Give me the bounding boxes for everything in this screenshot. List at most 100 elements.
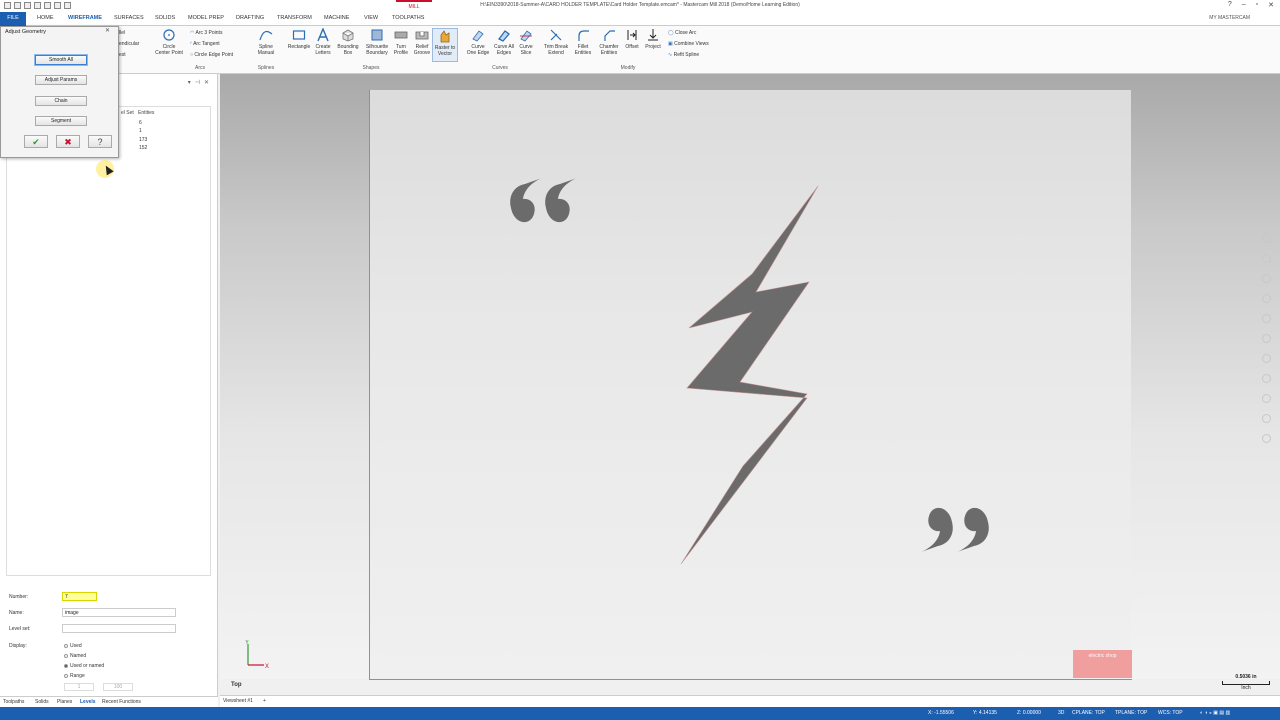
curve-all-edges-button[interactable]: Curve All Edges: [491, 28, 517, 56]
shaded-icon[interactable]: [1262, 334, 1271, 343]
silhouette-boundary-button[interactable]: Silhouette Boundary: [362, 28, 392, 56]
dialog-close-icon[interactable]: ✕: [105, 27, 110, 34]
manager-tabs: Toolpaths Solids Planes Levels Recent Fu…: [0, 696, 218, 707]
entities-cell: 1: [139, 128, 142, 134]
status-display-icons[interactable]: ◐ ◑ ◒ ▣ ▤ ▥: [1200, 710, 1230, 716]
view-top-icon[interactable]: [1262, 354, 1271, 363]
panel-menu-icon[interactable]: ▾: [188, 80, 195, 86]
panel-close-icon[interactable]: ✕: [204, 80, 213, 86]
grid-icon[interactable]: [1262, 434, 1271, 443]
close-arc-button[interactable]: ◯ Close Arc: [668, 30, 696, 36]
help-button[interactable]: ?: [88, 135, 112, 148]
bounding-box-button[interactable]: Bounding Box: [334, 28, 362, 56]
cancel-button[interactable]: ✖: [56, 135, 80, 148]
entities-cell: 173: [139, 137, 148, 143]
ribbon-partial-2[interactable]: endicular: [119, 41, 139, 47]
create-letters-button[interactable]: Create Letters: [312, 28, 334, 56]
viewsheet-tab[interactable]: Viewsheet #1: [223, 698, 253, 704]
spline-manual-button[interactable]: Spline Manual: [253, 28, 279, 56]
arc-tangent-button[interactable]: ◜ Arc Tangent: [190, 41, 220, 47]
relief-groove-button[interactable]: Relief Groove: [411, 28, 433, 56]
status-x-coord: X: -1.55506: [928, 710, 954, 716]
rotate-icon[interactable]: [1262, 274, 1271, 283]
wireframe-icon[interactable]: [1262, 314, 1271, 323]
display-used-or-named-radio[interactable]: Used or named: [64, 663, 104, 669]
tab-levels-manager[interactable]: Levels: [80, 699, 96, 705]
level-number-field[interactable]: 7: [62, 592, 97, 601]
fillet-entities-label: Fillet Entities: [574, 44, 592, 56]
tab-planes-manager[interactable]: Planes: [57, 699, 72, 705]
zoom-icon[interactable]: [1262, 234, 1271, 243]
arc-3-points-button[interactable]: ◠ Arc 3 Points: [190, 30, 222, 36]
light-icon[interactable]: [1262, 414, 1271, 423]
offset-icon: [627, 30, 637, 40]
smooth-all-button[interactable]: Smooth All: [35, 55, 87, 65]
combine-views-button[interactable]: ▣ Combine Views: [668, 41, 709, 47]
curve-one-edge-button[interactable]: Curve One Edge: [463, 28, 493, 56]
tab-toolpaths[interactable]: TOOLPATHS: [392, 15, 424, 21]
turn-profile-button[interactable]: Turn Profile: [391, 28, 411, 56]
tab-solids[interactable]: SOLIDS: [155, 15, 175, 21]
offset-button[interactable]: Offset: [622, 28, 642, 50]
pin-icon[interactable]: ⊣: [195, 80, 204, 86]
tab-model-prep[interactable]: MODEL PREP: [188, 15, 224, 21]
level-name-field[interactable]: image: [62, 608, 176, 617]
turn-profile-label: Turn Profile: [393, 44, 409, 56]
curve-slice-button[interactable]: Curve Slice: [516, 28, 536, 56]
status-z-coord: Z: 0.00000: [1017, 710, 1041, 716]
circle-center-point-button[interactable]: Circle Center Point: [152, 28, 186, 56]
ribbon-partial-3[interactable]: est: [119, 52, 126, 58]
tab-transform[interactable]: TRANSFORM: [277, 15, 312, 21]
view-iso-icon[interactable]: [1262, 394, 1271, 403]
graphics-viewport[interactable]: electric shop X Y Top 0.5036 in Inch: [220, 74, 1280, 691]
rectangle-button[interactable]: Rectangle: [285, 28, 313, 50]
tab-toolpaths-manager[interactable]: Toolpaths: [3, 699, 24, 705]
segment-button[interactable]: Segment: [35, 116, 87, 126]
project-button[interactable]: Project: [642, 28, 664, 50]
trim-break-extend-button[interactable]: Trim Break Extend: [540, 28, 572, 56]
tab-view[interactable]: VIEW: [364, 15, 378, 21]
ribbon: llel endicular est Circle Center Point ◠…: [0, 26, 1280, 74]
entities-header[interactable]: Entities: [138, 110, 154, 116]
ribbon-partial-1[interactable]: llel: [119, 30, 125, 36]
close-icon[interactable]: ✕: [1268, 1, 1274, 9]
help-icon[interactable]: ?: [1228, 1, 1232, 9]
level-set-header[interactable]: el Set: [121, 110, 134, 116]
trim-break-extend-label: Trim Break Extend: [543, 44, 569, 56]
display-range-radio[interactable]: Range: [64, 673, 85, 679]
minimize-icon[interactable]: –: [1242, 1, 1246, 9]
range-to-field[interactable]: 100: [103, 683, 133, 691]
status-wcs[interactable]: WCS: TOP: [1158, 710, 1183, 716]
fillet-entities-button[interactable]: Fillet Entities: [570, 28, 596, 56]
maximize-icon[interactable]: ▫: [1256, 1, 1258, 9]
range-from-field[interactable]: 1: [64, 683, 94, 691]
tab-solids-manager[interactable]: Solids: [35, 699, 49, 705]
display-used-radio[interactable]: Used: [64, 643, 82, 649]
pan-icon[interactable]: [1262, 254, 1271, 263]
status-3d-toggle[interactable]: 3D: [1058, 710, 1064, 716]
circle-edge-point-button[interactable]: ○ Circle Edge Point: [190, 52, 233, 58]
display-named-radio[interactable]: Named: [64, 653, 86, 659]
tab-machine[interactable]: MACHINE: [324, 15, 349, 21]
view-front-icon[interactable]: [1262, 374, 1271, 383]
level-set-field[interactable]: [62, 624, 176, 633]
tab-surfaces[interactable]: SURFACES: [114, 15, 144, 21]
status-tplane[interactable]: TPLANE: TOP: [1115, 710, 1147, 716]
refit-spline-button[interactable]: ∿ Refit Spline: [668, 52, 699, 58]
adjust-params-button[interactable]: Adjust Params: [35, 75, 87, 85]
tab-recent-functions[interactable]: Recent Functions: [102, 699, 141, 705]
chain-button[interactable]: Chain: [35, 96, 87, 106]
tab-file[interactable]: FILE: [0, 12, 26, 26]
fit-icon[interactable]: [1262, 294, 1271, 303]
spline-icon: [259, 30, 273, 41]
my-mastercam-link[interactable]: MY MASTERCAM: [1209, 15, 1250, 21]
imported-image-geometry: [510, 178, 989, 565]
tab-wireframe[interactable]: WIREFRAME: [68, 15, 102, 21]
status-cplane[interactable]: CPLANE: TOP: [1072, 710, 1105, 716]
ok-button[interactable]: ✔: [24, 135, 48, 148]
tab-drafting[interactable]: DRAFTING: [236, 15, 264, 21]
tab-home[interactable]: HOME: [37, 15, 54, 21]
chamfer-entities-button[interactable]: Chamfer Entities: [595, 28, 623, 56]
add-viewsheet-button[interactable]: +: [263, 698, 266, 704]
raster-to-vector-button[interactable]: Raster to Vector: [432, 28, 458, 62]
